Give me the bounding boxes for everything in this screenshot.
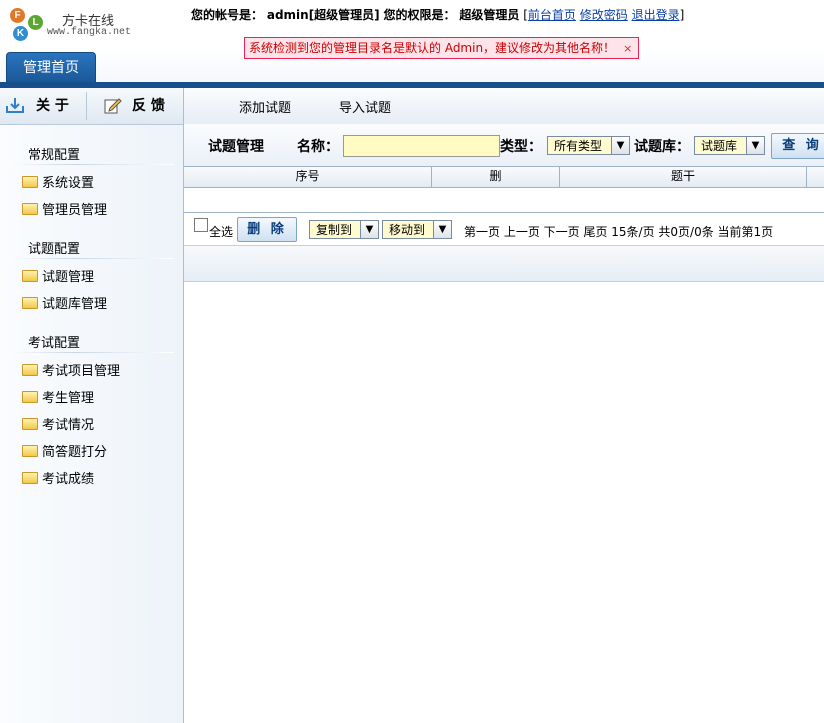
bracket-close: ] — [679, 8, 685, 22]
divider — [8, 258, 174, 259]
column-header-question-stem: 题干 — [670, 169, 695, 183]
link-frontend-home[interactable]: 前台首页 — [528, 8, 576, 22]
sidebar-item-label: 考试情况 — [42, 418, 95, 433]
fangka-logo: F L K — [10, 8, 46, 42]
brand-url: www.fangka.net — [47, 27, 132, 38]
sidebar-item-label: 试题库管理 — [42, 297, 108, 312]
sidebar-item-label: 考试成绩 — [42, 472, 95, 487]
about-button[interactable]: 关 于 — [6, 88, 84, 124]
folder-icon — [22, 445, 38, 457]
account-value: admin[超级管理员] — [266, 8, 380, 22]
sidebar-item-question-management[interactable]: 试题管理 — [22, 266, 94, 285]
add-question-link[interactable]: 添加试题 — [239, 97, 291, 116]
copy-to-select-value: 复制到 — [316, 223, 353, 237]
download-icon — [6, 98, 24, 113]
sidebar-item-exam-project-management[interactable]: 考试项目管理 — [22, 360, 120, 379]
move-to-select[interactable]: 移动到 ▼ — [382, 220, 452, 239]
role-value: 超级管理员 — [459, 8, 520, 22]
folder-icon — [22, 364, 38, 376]
section-general-config: 常规配置 — [28, 148, 81, 163]
sidebar-item-exam-status[interactable]: 考试情况 — [22, 414, 94, 433]
divider — [8, 352, 174, 353]
folder-icon — [22, 270, 38, 282]
move-to-select-value: 移动到 — [389, 223, 426, 237]
folder-icon — [22, 176, 38, 188]
sidebar-item-label: 系统设置 — [42, 176, 95, 191]
folder-icon — [22, 203, 38, 215]
user-info-bar: 您的帐号是： admin[超级管理员] 您的权限是： 超级管理员 [前台首页 修… — [191, 6, 684, 23]
column-header-delete: 删 — [489, 169, 502, 183]
logo-letter-f: F — [10, 8, 25, 23]
chevron-down-icon: ▼ — [433, 221, 451, 238]
logo-letter-l: L — [28, 15, 43, 30]
sidebar-item-label: 简答题打分 — [42, 445, 108, 460]
bottom-bar — [184, 245, 824, 282]
tab-admin-home[interactable]: 管理首页 — [6, 52, 96, 83]
column-divider — [806, 167, 807, 187]
pagination[interactable]: 第一页 上一页 下一页 尾页 15条/页 共0页/0条 当前第1页 — [464, 223, 773, 240]
sidebar-item-examinee-management[interactable]: 考生管理 — [22, 387, 94, 406]
question-bank-label: 试题库： — [634, 139, 690, 155]
sidebar-button-divider — [86, 92, 87, 120]
type-select[interactable]: 所有类型 ▼ — [547, 136, 630, 155]
sidebar-item-label: 考试项目管理 — [42, 364, 121, 379]
folder-icon — [22, 472, 38, 484]
name-label: 名称： — [297, 139, 339, 155]
select-all-label: 全选 — [209, 225, 234, 239]
sidebar-item-question-bank-management[interactable]: 试题库管理 — [22, 293, 107, 312]
edit-icon — [104, 98, 122, 114]
link-change-password[interactable]: 修改密码 — [580, 8, 628, 22]
admin-dir-warning: 系统检测到您的管理目录名是默认的 Admin，建议修改为其他名称！ × — [244, 37, 640, 59]
sidebar-item-system-settings[interactable]: 系统设置 — [22, 172, 94, 191]
role-label: 您的权限是： — [383, 8, 456, 22]
folder-icon — [22, 418, 38, 430]
sidebar-item-label: 考生管理 — [42, 391, 95, 406]
module-title: 试题管理 — [208, 139, 264, 155]
account-label: 您的帐号是： — [191, 8, 264, 22]
type-select-value: 所有类型 — [554, 139, 603, 153]
divider — [8, 164, 174, 165]
table-empty-row — [184, 187, 824, 213]
section-question-config: 试题配置 — [28, 242, 81, 257]
section-exam-config: 考试配置 — [28, 336, 81, 351]
chevron-down-icon: ▼ — [611, 137, 629, 154]
feedback-label: 反 馈 — [132, 98, 165, 114]
sidebar-item-label: 试题管理 — [42, 270, 95, 285]
question-bank-select-value: 试题库 — [701, 139, 738, 153]
sidebar-item-exam-scores[interactable]: 考试成绩 — [22, 468, 94, 487]
copy-to-select[interactable]: 复制到 ▼ — [309, 220, 379, 239]
feedback-button[interactable]: 反 馈 — [104, 88, 178, 124]
question-bank-select[interactable]: 试题库 ▼ — [694, 136, 765, 155]
sidebar-item-short-answer-grading[interactable]: 简答题打分 — [22, 441, 107, 460]
name-search-input[interactable] — [343, 135, 500, 157]
close-icon[interactable]: × — [623, 42, 632, 55]
folder-icon — [22, 297, 38, 309]
delete-button[interactable]: 删 除 — [237, 217, 297, 242]
query-button[interactable]: 查 询 — [771, 133, 824, 159]
chevron-down-icon: ▼ — [746, 137, 764, 154]
folder-icon — [22, 391, 38, 403]
warning-text: 系统检测到您的管理目录名是默认的 Admin，建议修改为其他名称！ — [249, 41, 616, 55]
chevron-down-icon: ▼ — [360, 221, 378, 238]
import-question-link[interactable]: 导入试题 — [339, 97, 391, 116]
type-label: 类型： — [500, 139, 542, 155]
select-all-checkbox[interactable] — [194, 218, 208, 232]
sidebar-item-admin-management[interactable]: 管理员管理 — [22, 199, 107, 218]
link-logout[interactable]: 退出登录 — [632, 8, 680, 22]
sidebar-item-label: 管理员管理 — [42, 203, 108, 218]
logo-letter-k: K — [13, 26, 28, 41]
column-header-index: 序号 — [295, 169, 320, 183]
about-label: 关 于 — [36, 98, 69, 114]
